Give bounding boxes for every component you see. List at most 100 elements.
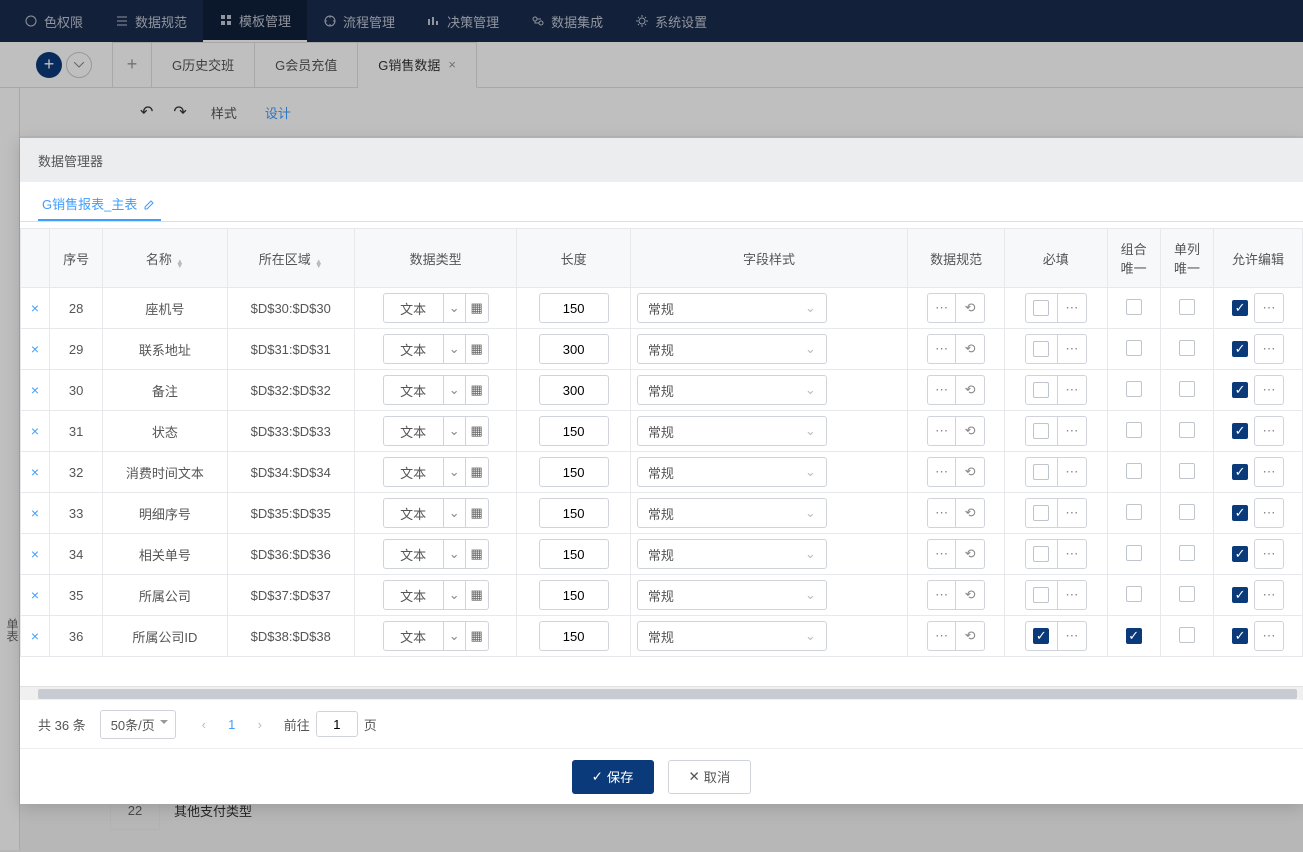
required-group[interactable]: ✓⋯: [1025, 621, 1087, 651]
field-style-select[interactable]: 常规⌄: [637, 334, 827, 364]
type-select[interactable]: 文本⌄▦: [383, 457, 489, 487]
delete-row-icon[interactable]: ×: [31, 423, 39, 439]
checkbox[interactable]: ✓: [1232, 382, 1248, 398]
cell-name[interactable]: 状态: [103, 411, 227, 452]
pager-prev[interactable]: ‹: [190, 710, 218, 738]
cell-name[interactable]: 所属公司ID: [103, 616, 227, 657]
delete-row-icon[interactable]: ×: [31, 341, 39, 357]
checkbox[interactable]: [1126, 381, 1142, 397]
more-icon[interactable]: ⋯: [1254, 580, 1284, 610]
cell-name[interactable]: 相关单号: [103, 534, 227, 575]
spec-buttons[interactable]: ⋯⟲: [927, 498, 985, 528]
spec-buttons[interactable]: ⋯⟲: [927, 416, 985, 446]
checkbox[interactable]: [1179, 340, 1195, 356]
checkbox[interactable]: ✓: [1232, 300, 1248, 316]
required-group[interactable]: ⋯: [1025, 498, 1087, 528]
pager-goto-input[interactable]: [316, 711, 358, 737]
more-icon[interactable]: ⋯: [1254, 621, 1284, 651]
checkbox[interactable]: [1126, 504, 1142, 520]
checkbox[interactable]: [1179, 545, 1195, 561]
checkbox[interactable]: [1179, 422, 1195, 438]
delete-row-icon[interactable]: ×: [31, 300, 39, 316]
field-style-select[interactable]: 常规⌄: [637, 539, 827, 569]
cell-name[interactable]: 备注: [103, 370, 227, 411]
cell-area[interactable]: $D$32:$D$32: [227, 370, 354, 411]
checkbox[interactable]: [1126, 545, 1142, 561]
spec-buttons[interactable]: ⋯⟲: [927, 334, 985, 364]
field-style-select[interactable]: 常规⌄: [637, 293, 827, 323]
required-group[interactable]: ⋯: [1025, 375, 1087, 405]
more-icon[interactable]: ⋯: [1254, 498, 1284, 528]
checkbox[interactable]: ✓: [1232, 587, 1248, 603]
cell-area[interactable]: $D$33:$D$33: [227, 411, 354, 452]
type-select[interactable]: 文本⌄▦: [383, 539, 489, 569]
cell-area[interactable]: $D$37:$D$37: [227, 575, 354, 616]
spec-buttons[interactable]: ⋯⟲: [927, 375, 985, 405]
checkbox[interactable]: [1033, 505, 1049, 521]
length-input[interactable]: [539, 457, 609, 487]
field-style-select[interactable]: 常规⌄: [637, 580, 827, 610]
checkbox[interactable]: [1126, 422, 1142, 438]
checkbox[interactable]: ✓: [1126, 628, 1142, 644]
type-select[interactable]: 文本⌄▦: [383, 621, 489, 651]
save-button[interactable]: ✓ 保存: [572, 760, 654, 794]
checkbox[interactable]: [1179, 299, 1195, 315]
page-size-select[interactable]: 50条/页: [100, 710, 176, 739]
pager-next[interactable]: ›: [246, 710, 274, 738]
h-scrollbar[interactable]: [20, 686, 1303, 700]
required-group[interactable]: ⋯: [1025, 457, 1087, 487]
checkbox[interactable]: [1033, 423, 1049, 439]
cell-name[interactable]: 所属公司: [103, 575, 227, 616]
type-select[interactable]: 文本⌄▦: [383, 375, 489, 405]
checkbox[interactable]: [1179, 381, 1195, 397]
more-icon[interactable]: ⋯: [1254, 539, 1284, 569]
dialog-tab-main[interactable]: G销售报表_主表: [38, 188, 161, 221]
more-icon[interactable]: ⋯: [1254, 334, 1284, 364]
checkbox[interactable]: [1126, 299, 1142, 315]
cell-name[interactable]: 座机号: [103, 288, 227, 329]
length-input[interactable]: [539, 498, 609, 528]
field-style-select[interactable]: 常规⌄: [637, 457, 827, 487]
spec-buttons[interactable]: ⋯⟲: [927, 293, 985, 323]
required-group[interactable]: ⋯: [1025, 334, 1087, 364]
cell-name[interactable]: 消费时间文本: [103, 452, 227, 493]
required-group[interactable]: ⋯: [1025, 293, 1087, 323]
cell-name[interactable]: 明细序号: [103, 493, 227, 534]
more-icon[interactable]: ⋯: [1254, 375, 1284, 405]
checkbox[interactable]: ✓: [1232, 628, 1248, 644]
checkbox[interactable]: ✓: [1033, 628, 1049, 644]
spec-buttons[interactable]: ⋯⟲: [927, 580, 985, 610]
field-style-select[interactable]: 常规⌄: [637, 498, 827, 528]
length-input[interactable]: [539, 334, 609, 364]
checkbox[interactable]: ✓: [1232, 341, 1248, 357]
delete-row-icon[interactable]: ×: [31, 382, 39, 398]
cell-area[interactable]: $D$38:$D$38: [227, 616, 354, 657]
spec-buttons[interactable]: ⋯⟲: [927, 621, 985, 651]
spec-buttons[interactable]: ⋯⟲: [927, 457, 985, 487]
length-input[interactable]: [539, 375, 609, 405]
length-input[interactable]: [539, 539, 609, 569]
checkbox[interactable]: ✓: [1232, 546, 1248, 562]
type-select[interactable]: 文本⌄▦: [383, 334, 489, 364]
more-icon[interactable]: ⋯: [1254, 416, 1284, 446]
checkbox[interactable]: [1126, 340, 1142, 356]
checkbox[interactable]: [1033, 341, 1049, 357]
length-input[interactable]: [539, 293, 609, 323]
cancel-button[interactable]: ✕ 取消: [668, 760, 752, 794]
length-input[interactable]: [539, 416, 609, 446]
pager-current[interactable]: 1: [218, 717, 246, 732]
checkbox[interactable]: [1179, 586, 1195, 602]
checkbox[interactable]: [1179, 463, 1195, 479]
checkbox[interactable]: ✓: [1232, 423, 1248, 439]
required-group[interactable]: ⋯: [1025, 539, 1087, 569]
checkbox[interactable]: [1126, 463, 1142, 479]
field-style-select[interactable]: 常规⌄: [637, 375, 827, 405]
delete-row-icon[interactable]: ×: [31, 464, 39, 480]
checkbox[interactable]: [1033, 587, 1049, 603]
cell-area[interactable]: $D$35:$D$35: [227, 493, 354, 534]
delete-row-icon[interactable]: ×: [31, 546, 39, 562]
type-select[interactable]: 文本⌄▦: [383, 580, 489, 610]
checkbox[interactable]: ✓: [1232, 464, 1248, 480]
delete-row-icon[interactable]: ×: [31, 587, 39, 603]
field-style-select[interactable]: 常规⌄: [637, 416, 827, 446]
